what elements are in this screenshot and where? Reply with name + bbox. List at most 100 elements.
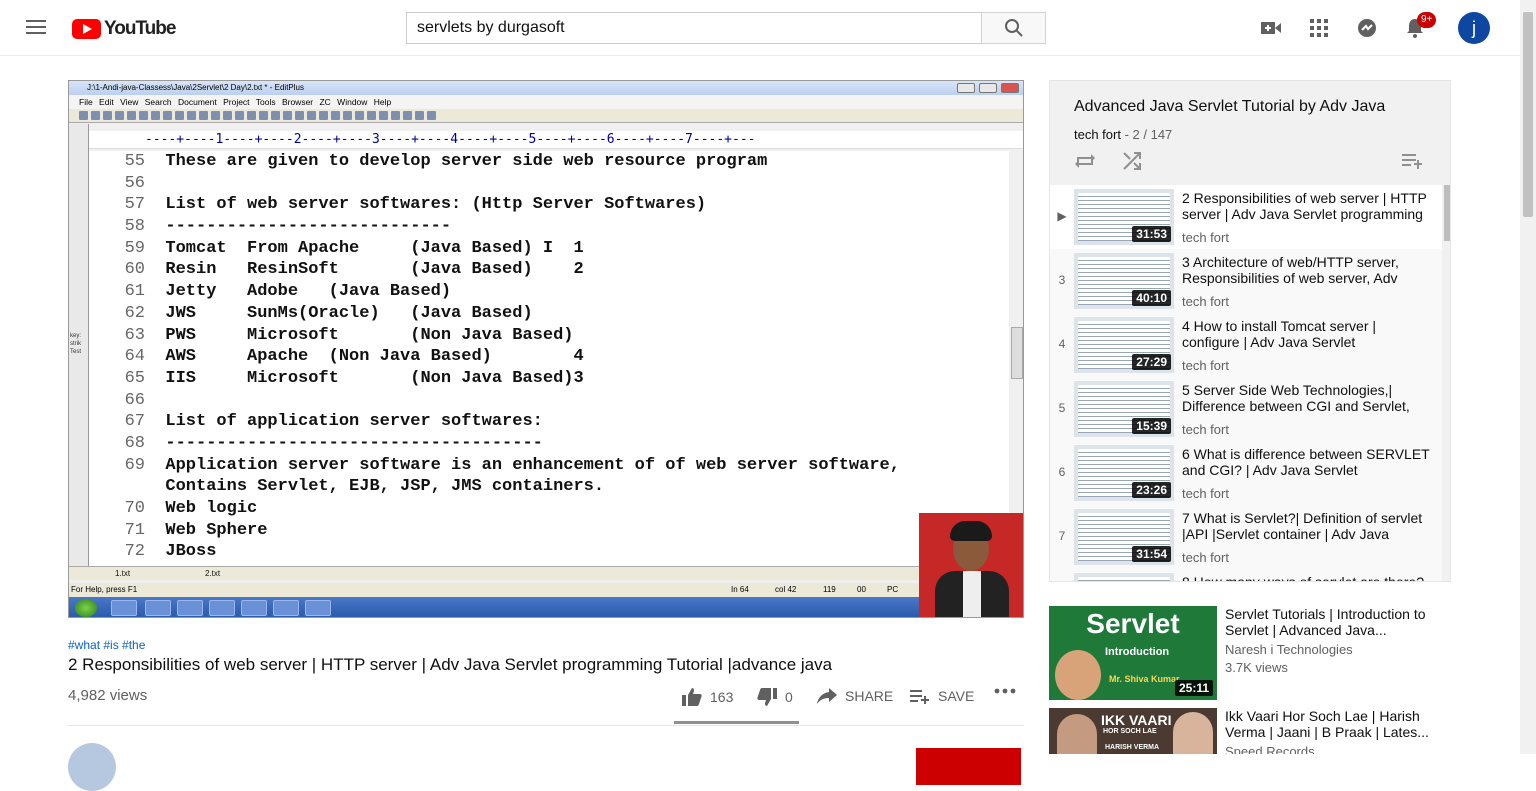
editor-title-bar: J:\1-Andi-java-Classess\Java\2Servlet\2 … xyxy=(69,81,1023,95)
code-line: 65 IIS Microsoft (Non Java Based)3 xyxy=(89,368,1009,390)
line-text: Web logic xyxy=(165,499,258,518)
related-channel[interactable]: Speed Records xyxy=(1225,744,1315,754)
playlist-item-thumbnail[interactable]: 27:29 xyxy=(1074,317,1174,373)
line-text: Contains Servlet, EJB, JSP, JMS containe… xyxy=(165,477,605,497)
search-button[interactable] xyxy=(981,12,1046,44)
channel-avatar[interactable] xyxy=(68,743,116,791)
playlist-item-thumbnail[interactable]: 31:53 xyxy=(1074,189,1174,245)
save-button[interactable]: SAVE xyxy=(910,688,974,704)
more-actions-button[interactable] xyxy=(994,688,1016,694)
code-line: 59 Tomcat From Apache (Java Based) I 1 xyxy=(89,238,1009,260)
playlist-item-duration: 15:39 xyxy=(1132,418,1171,434)
playlist-item[interactable]: 3 40:10 3 Architecture of web/HTTP server,… xyxy=(1050,249,1442,313)
editor-ruler: ----+----1----+----2----+----3----+----4… xyxy=(89,131,1023,149)
line-number: 67 xyxy=(124,412,145,432)
playlist-item-thumbnail[interactable]: 23:26 xyxy=(1074,445,1174,501)
line-number: 59 xyxy=(124,238,145,258)
video-hashtags[interactable]: #what #is #the xyxy=(68,638,145,652)
playlist-subtitle: tech fort - 2 / 147 xyxy=(1074,127,1426,142)
line-number: 60 xyxy=(124,260,145,280)
code-line: 61 Jetty Adobe (Java Based) xyxy=(89,281,1009,303)
playlist-item-title[interactable]: 8 How many ways of servlet are there? xyxy=(1182,574,1436,581)
thumbs-down-icon xyxy=(757,688,777,706)
thumbs-up-icon xyxy=(682,688,702,706)
messages-icon[interactable] xyxy=(1355,16,1379,40)
thumb-big-text: IKK VAARI xyxy=(1101,712,1172,728)
dislike-button[interactable]: 0 xyxy=(757,688,793,706)
playlist-item-title[interactable]: 6 What is difference between SERVLET and… xyxy=(1182,446,1436,478)
line-text: Jetty Adobe (Java Based) xyxy=(165,282,452,302)
related-title[interactable]: Ikk Vaari Hor Soch Lae | Harish Verma | … xyxy=(1225,708,1435,740)
account-avatar[interactable]: j xyxy=(1458,12,1490,44)
playlist-item-title[interactable]: 3 Architecture of web/HTTP server, Respo… xyxy=(1182,254,1436,286)
playlist-channel[interactable]: tech fort xyxy=(1074,127,1121,142)
playlist-item-index: 5 xyxy=(1058,401,1066,415)
share-button[interactable]: SHARE xyxy=(817,688,893,704)
line-text: These are given to develop server side w… xyxy=(165,152,768,171)
line-text: List of application server softwares: xyxy=(165,412,543,432)
playlist-item-title[interactable]: 7 What is Servlet?| Definition of servle… xyxy=(1182,510,1436,542)
playlist-item-channel: tech fort xyxy=(1182,422,1229,437)
editor-menu-bar: File Edit View Search Document Project T… xyxy=(69,95,1023,109)
line-number: 72 xyxy=(124,542,145,562)
playlist-item-channel: tech fort xyxy=(1182,294,1229,309)
related-views: 3.7K views xyxy=(1225,660,1288,675)
search-input[interactable]: servlets by durgasoft xyxy=(406,12,982,44)
like-ratio-bar xyxy=(674,721,799,724)
create-video-icon[interactable] xyxy=(1259,16,1283,40)
playlist-controls xyxy=(1074,151,1426,175)
playlist-item-title[interactable]: 2 Responsibilities of web server | HTTP … xyxy=(1182,190,1436,222)
line-number: 62 xyxy=(124,303,145,323)
related-duration: 25:11 xyxy=(1174,680,1213,696)
line-number: 55 xyxy=(124,152,145,171)
related-title[interactable]: Servlet Tutorials | Introduction to Serv… xyxy=(1225,606,1435,638)
minimize-icon xyxy=(957,83,975,93)
page-scrollbar[interactable] xyxy=(1520,0,1536,754)
video-title: 2 Responsibilities of web server | HTTP … xyxy=(68,655,833,674)
youtube-logo[interactable]: YouTube xyxy=(72,18,176,40)
playlist-item[interactable]: 7 31:54 7 What is Servlet?| Definition of … xyxy=(1050,505,1442,569)
related-video[interactable]: Servlet Introduction Mr. Shiva Kumar 25:… xyxy=(1049,606,1451,700)
code-line: Contains Servlet, EJB, JSP, JMS containe… xyxy=(89,476,1009,498)
playlist-item-thumbnail[interactable]: 15:39 xyxy=(1074,381,1174,437)
playlist-menu-icon[interactable] xyxy=(1402,153,1424,169)
related-thumbnail[interactable]: Servlet Introduction Mr. Shiva Kumar 25:… xyxy=(1049,606,1217,700)
playlist-item-duration: 27:29 xyxy=(1132,354,1171,370)
apps-grid-icon[interactable] xyxy=(1307,16,1331,40)
hamburger-menu-icon[interactable] xyxy=(24,16,48,40)
related-channel[interactable]: Naresh i Technologies xyxy=(1225,642,1353,657)
playlist-item-thumbnail[interactable] xyxy=(1074,573,1174,581)
video-player[interactable]: J:\1-Andi-java-Classess\Java\2Servlet\2 … xyxy=(68,80,1024,618)
like-button[interactable]: 163 xyxy=(682,688,733,706)
editor-side-text: key: strik Test xyxy=(70,333,82,355)
playlist-item[interactable]: 4 27:29 4 How to install Tomcat server | c… xyxy=(1050,313,1442,377)
playlist-scrollbar[interactable] xyxy=(1442,185,1450,581)
playlist-item[interactable]: 6 23:26 6 What is difference between SERVL… xyxy=(1050,441,1442,505)
playlist-title[interactable]: Advanced Java Servlet Tutorial by Adv Ja… xyxy=(1074,97,1426,117)
playlist-item[interactable]: 5 15:39 5 Server Side Web Technologies,| D… xyxy=(1050,377,1442,441)
related-thumbnail[interactable]: IKK VAARI HOR SOCH LAE HARISH VERMA xyxy=(1049,708,1217,754)
line-text: Web Sphere xyxy=(165,520,268,540)
line-text: Application server software is an enhanc… xyxy=(165,455,900,475)
playlist-add-icon xyxy=(910,690,929,704)
scrollbar-thumb[interactable] xyxy=(1523,12,1533,217)
line-number: 70 xyxy=(124,499,145,518)
like-count: 163 xyxy=(710,689,734,705)
playlist-item[interactable]: ▶ 31:53 2 Responsibilities of web server |… xyxy=(1050,185,1442,249)
line-number: 64 xyxy=(124,347,145,367)
related-video[interactable]: IKK VAARI HOR SOCH LAE HARISH VERMA Ikk … xyxy=(1049,708,1451,754)
loop-icon[interactable] xyxy=(1074,151,1096,171)
playlist-position: - 2 / 147 xyxy=(1120,127,1173,142)
playlist-item-title[interactable]: 5 Server Side Web Technologies,| Differe… xyxy=(1182,382,1436,414)
playlist-item-thumbnail[interactable]: 40:10 xyxy=(1074,253,1174,309)
code-line: 72 JBoss xyxy=(89,541,1009,563)
windows-taskbar xyxy=(69,597,1023,617)
code-line: 62 JWS SunMs(Oracle) (Java Based) xyxy=(89,303,1009,325)
playlist-item[interactable]: 8 How many ways of servlet are there? xyxy=(1050,569,1442,581)
thumb-sub-text: Introduction xyxy=(1105,646,1170,658)
playlist-item-title[interactable]: 4 How to install Tomcat server | configu… xyxy=(1182,318,1436,350)
playlist-item-thumbnail[interactable]: 31:54 xyxy=(1074,509,1174,565)
shuffle-icon[interactable] xyxy=(1122,151,1142,171)
playlist-item-index: 7 xyxy=(1058,529,1066,543)
playlist-item-duration: 31:54 xyxy=(1132,546,1171,562)
